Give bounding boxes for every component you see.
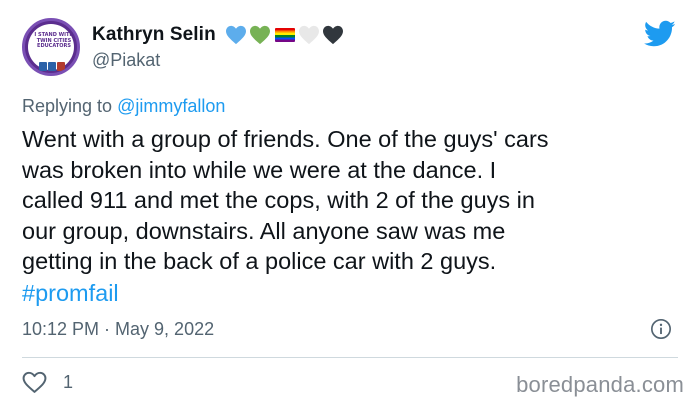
school-logo-icon	[57, 62, 65, 71]
like-button[interactable]: 1	[22, 371, 73, 394]
info-icon[interactable]	[650, 318, 672, 340]
author-name-row: Kathryn Selin	[92, 23, 346, 47]
hashtag-link[interactable]: #promfail	[22, 278, 119, 308]
source-watermark: boredpanda.com	[516, 372, 684, 397]
reply-context: Replying to @jimmyfallon	[22, 96, 225, 117]
blue-heart-icon	[225, 25, 246, 45]
name-emojis	[225, 25, 346, 45]
avatar-badge-text: I STAND WITH TWIN CITIES EDUCATORS	[34, 32, 74, 49]
avatar-badge-logos	[39, 56, 69, 71]
divider	[22, 357, 678, 358]
like-count: 1	[63, 372, 74, 392]
tweet-timestamp[interactable]: 10:12 PM · May 9, 2022	[22, 319, 214, 340]
tweet-body: Went with a group of friends. One of the…	[22, 126, 549, 274]
avatar[interactable]: I STAND WITH TWIN CITIES EDUCATORS	[22, 18, 80, 76]
rainbow-flag-icon	[274, 28, 295, 42]
school-logo-icon	[39, 62, 47, 71]
tweet-card: I STAND WITH TWIN CITIES EDUCATORS Kathr…	[0, 0, 700, 410]
green-heart-icon	[249, 25, 270, 45]
author-display-name[interactable]: Kathryn Selin	[92, 24, 216, 46]
reply-mention-link[interactable]: @jimmyfallon	[117, 96, 225, 116]
white-heart-icon	[298, 25, 319, 45]
heart-icon	[22, 371, 47, 393]
author-handle[interactable]: @Piakat	[92, 50, 160, 71]
avatar-badge: I STAND WITH TWIN CITIES EDUCATORS	[28, 24, 74, 71]
reply-prefix: Replying to	[22, 96, 118, 116]
twitter-bird-icon[interactable]	[644, 20, 676, 48]
school-logo-icon	[48, 62, 56, 71]
black-heart-icon	[322, 25, 343, 45]
